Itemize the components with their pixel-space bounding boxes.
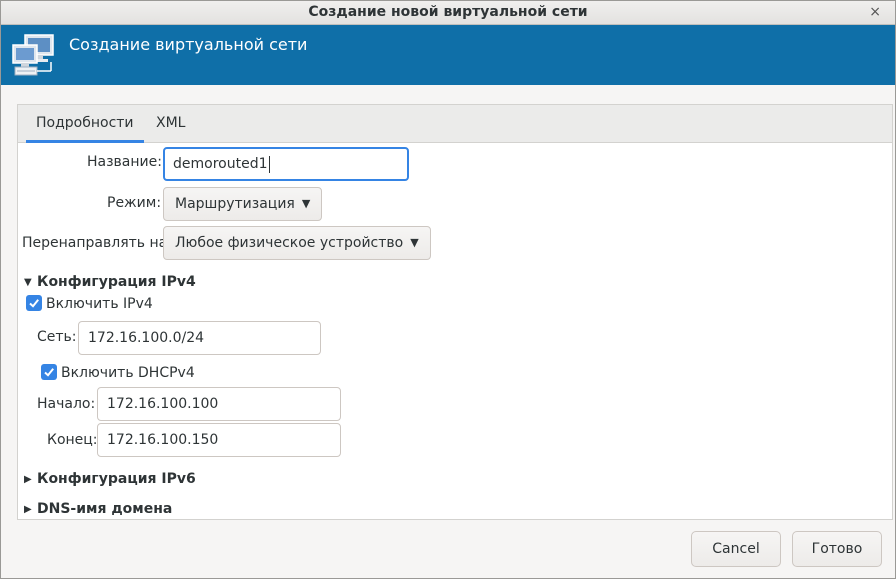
name-label: Название: [87, 154, 162, 170]
enable-dhcpv4-checkbox[interactable]: Включить DHCPv4 [41, 364, 195, 381]
expanded-triangle-icon: ▼ [24, 277, 32, 288]
banner-heading: Создание виртуальной сети [69, 35, 308, 54]
end-input[interactable]: 172.16.100.150 [97, 423, 341, 457]
ipv4-expander[interactable]: ▼ Конфигурация IPv4 [24, 274, 196, 290]
chevron-down-icon: ▼ [410, 236, 419, 249]
end-label: Конец: [47, 432, 98, 448]
start-input[interactable]: 172.16.100.100 [97, 387, 341, 421]
dns-header: DNS-имя домена [37, 501, 173, 517]
forward-value: Любое физическое устройство [175, 235, 404, 251]
start-label: Начало: [37, 396, 96, 412]
forward-label: Перенаправлять на: [22, 235, 172, 251]
forward-dropdown[interactable]: Любое физическое устройство ▼ [163, 226, 431, 260]
mode-value: Маршрутизация [175, 196, 295, 212]
name-input[interactable]: demorouted1 [163, 147, 409, 181]
chevron-down-icon: ▼ [301, 197, 311, 210]
window-title: Создание новой виртуальной сети [308, 4, 588, 20]
tab-bar: Подробности XML [18, 105, 892, 143]
enable-ipv4-checkbox[interactable]: Включить IPv4 [26, 295, 153, 312]
tab-xml[interactable]: XML [146, 105, 195, 143]
enable-ipv4-label: Включить IPv4 [46, 296, 153, 312]
enable-dhcpv4-label: Включить DHCPv4 [61, 365, 195, 381]
start-value: 172.16.100.100 [107, 396, 219, 412]
text-caret [268, 155, 270, 173]
mode-dropdown[interactable]: Маршрутизация ▼ [163, 187, 323, 221]
dns-expander[interactable]: ▶ DNS-имя домена [24, 501, 172, 517]
network-value: 172.16.100.0/24 [88, 330, 205, 346]
ipv6-header: Конфигурация IPv6 [37, 471, 196, 487]
network-label: Сеть: [37, 329, 77, 345]
tab-details[interactable]: Подробности [26, 105, 144, 143]
header-banner: Создание виртуальной сети [1, 25, 895, 85]
mode-label: Режим: [107, 195, 162, 211]
ipv4-header: Конфигурация IPv4 [37, 274, 196, 290]
titlebar[interactable]: Создание новой виртуальной сети × [1, 1, 895, 25]
network-input[interactable]: 172.16.100.0/24 [78, 321, 321, 355]
collapsed-triangle-icon: ▶ [24, 504, 32, 515]
network-computers-icon [12, 34, 54, 76]
checkmark-icon [41, 364, 57, 380]
cancel-button[interactable]: Cancel [691, 531, 781, 567]
checkmark-icon [26, 295, 42, 311]
dialog-window: Создание новой виртуальной сети × Создан… [0, 0, 896, 579]
ipv6-expander[interactable]: ▶ Конфигурация IPv6 [24, 471, 196, 487]
finish-button[interactable]: Готово [792, 531, 882, 567]
close-icon[interactable]: × [869, 4, 881, 20]
end-value: 172.16.100.150 [107, 432, 219, 448]
collapsed-triangle-icon: ▶ [24, 474, 32, 485]
name-value: demorouted1 [173, 156, 268, 172]
